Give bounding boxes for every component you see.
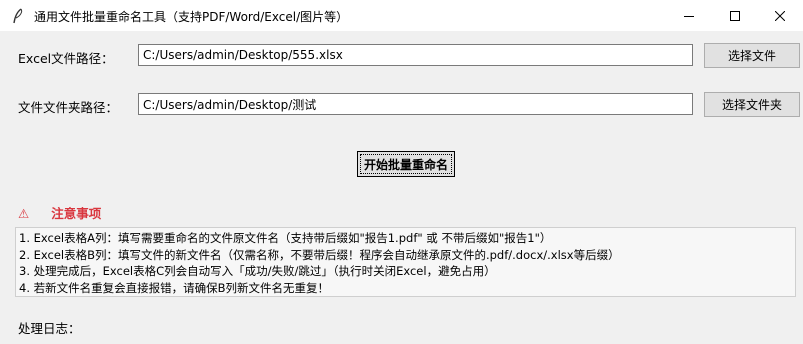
start-rename-button[interactable]: 开始批量重命名 bbox=[357, 151, 455, 177]
excel-path-label: Excel文件路径： bbox=[18, 51, 114, 66]
notice-heading-text: 注意事项 bbox=[51, 206, 102, 221]
notice-line: 2. Excel表格B列：填写文件的新文件名（仅需名称，不要带后缀！程序会自动继… bbox=[19, 247, 620, 262]
window-title: 通用文件批量重命名工具（支持PDF/Word/Excel/图片等） bbox=[34, 10, 349, 24]
notice-line: 4. 若新文件名重复会直接报错，请确保B列新文件名无重复！ bbox=[19, 280, 330, 295]
folder-path-input[interactable] bbox=[138, 93, 693, 115]
notice-line: 3. 处理完成后，Excel表格C列会自动写入「成功/失败/跳过」（执行时关闭E… bbox=[19, 264, 496, 279]
log-label: 处理日志： bbox=[18, 321, 81, 336]
notice-line: 1. Excel表格A列：填写需要重命名的文件原文件名（支持带后缀如"报告1.p… bbox=[19, 231, 552, 245]
minimize-button[interactable] bbox=[666, 0, 712, 31]
feather-icon bbox=[11, 8, 25, 24]
excel-path-input[interactable] bbox=[138, 44, 693, 66]
minimize-icon bbox=[684, 11, 694, 21]
notice-heading: ⚠ 注意事项 bbox=[18, 203, 101, 222]
maximize-icon bbox=[730, 10, 740, 21]
select-folder-button[interactable]: 选择文件夹 bbox=[704, 92, 800, 117]
notice-text-box[interactable]: 1. Excel表格A列：填写需要重命名的文件原文件名（支持带后缀如"报告1.p… bbox=[15, 227, 796, 297]
title-bar: 通用文件批量重命名工具（支持PDF/Word/Excel/图片等） bbox=[0, 0, 803, 31]
close-button[interactable] bbox=[757, 0, 803, 31]
close-icon bbox=[775, 10, 785, 21]
select-file-button[interactable]: 选择文件 bbox=[704, 43, 800, 68]
maximize-button[interactable] bbox=[712, 0, 758, 31]
folder-path-label: 文件文件夹路径： bbox=[18, 100, 119, 115]
warning-icon: ⚠ bbox=[18, 206, 30, 221]
